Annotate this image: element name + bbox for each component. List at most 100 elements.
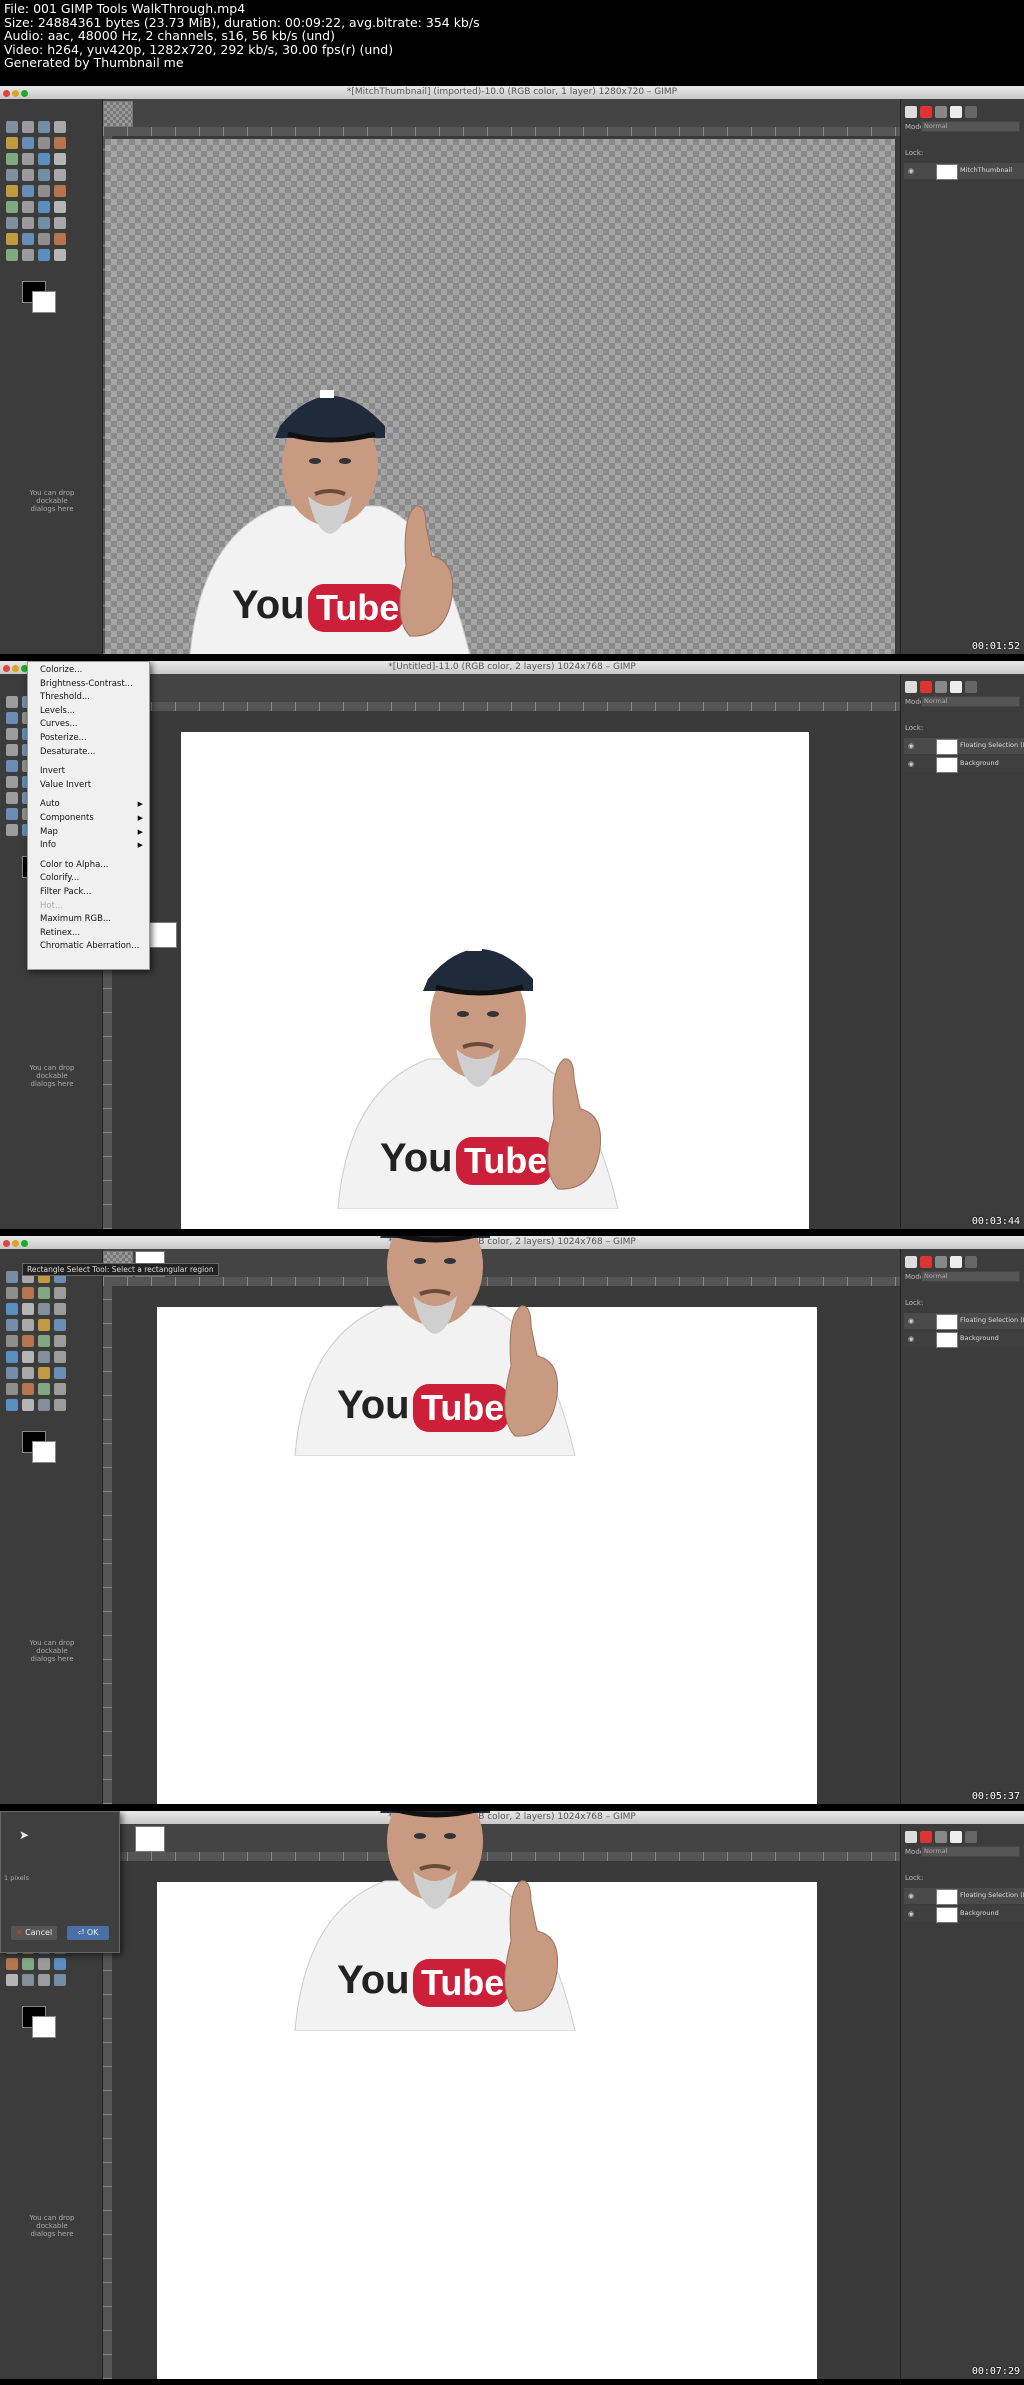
tool-icon[interactable]	[38, 1287, 50, 1299]
tool-icon[interactable]	[22, 121, 34, 133]
image-tab-1[interactable]	[103, 101, 133, 127]
tool-icon[interactable]	[54, 185, 66, 197]
tool-icon[interactable]	[22, 169, 34, 181]
eye-icon[interactable]: ◉	[908, 742, 916, 750]
pasted-photo-layer[interactable]: You Tube	[275, 1811, 595, 2035]
tool-icon[interactable]	[54, 249, 66, 261]
layer-row[interactable]: ◉ Floating Selection (Pasted Layer)	[904, 1888, 1024, 1905]
tool-icon[interactable]	[54, 153, 66, 165]
layer-row[interactable]: ◉ Floating Selection (Pasted Layer)	[904, 1313, 1024, 1330]
undo-tab-icon[interactable]	[965, 106, 977, 118]
menu-item[interactable]: Retinex...	[28, 927, 149, 941]
fonts-tab-icon[interactable]	[950, 681, 962, 693]
tool-icon[interactable]	[6, 153, 18, 165]
image-tab-1[interactable]	[135, 1826, 165, 1852]
eye-icon[interactable]: ◉	[908, 1335, 916, 1343]
image-tab-1[interactable]	[147, 922, 177, 948]
tool-icon[interactable]	[22, 249, 34, 261]
tool-icon[interactable]	[38, 169, 50, 181]
pasted-photo-layer[interactable]: You Tube	[170, 356, 490, 654]
tool-icon[interactable]	[54, 233, 66, 245]
tool-icon[interactable]	[38, 249, 50, 261]
tool-icon[interactable]	[54, 1351, 66, 1363]
tool-icon[interactable]	[54, 217, 66, 229]
tool-icon[interactable]	[22, 1958, 34, 1970]
tool-icon[interactable]	[6, 1367, 18, 1379]
tool-icon[interactable]	[6, 217, 18, 229]
tool-icon[interactable]	[22, 1383, 34, 1395]
tool-icon[interactable]	[22, 1974, 34, 1986]
tool-icon[interactable]	[38, 1319, 50, 1331]
menu-item[interactable]: Desaturate...	[28, 746, 149, 760]
tool-icon[interactable]	[6, 249, 18, 261]
layer-row[interactable]: ◉ Background	[904, 1331, 1024, 1348]
tool-icon[interactable]	[6, 1319, 18, 1331]
tool-icon[interactable]	[38, 1958, 50, 1970]
tool-icon[interactable]	[6, 696, 18, 708]
layer-row[interactable]: ◉ MitchThumbnail	[904, 163, 1024, 180]
tool-icon[interactable]	[38, 1367, 50, 1379]
fonts-tab-icon[interactable]	[950, 106, 962, 118]
tool-icon[interactable]	[38, 185, 50, 197]
menu-item[interactable]: Curves...	[28, 718, 149, 732]
tool-icon[interactable]	[38, 1974, 50, 1986]
minimize-window-icon[interactable]	[12, 1240, 19, 1247]
layer-row[interactable]: ◉ Background	[904, 1906, 1024, 1923]
menu-item[interactable]: Auto ▶	[28, 798, 149, 812]
tool-icon[interactable]	[38, 233, 50, 245]
minimize-window-icon[interactable]	[12, 90, 19, 97]
close-window-icon[interactable]	[3, 1240, 10, 1247]
tool-icon[interactable]	[38, 1303, 50, 1315]
menu-item[interactable]: Invert	[28, 765, 149, 779]
tool-icon[interactable]	[22, 201, 34, 213]
tool-icon[interactable]	[22, 1303, 34, 1315]
tool-icon[interactable]	[22, 153, 34, 165]
tool-icon[interactable]	[54, 1383, 66, 1395]
menu-item[interactable]: Brightness-Contrast...	[28, 678, 149, 692]
tool-icon[interactable]	[54, 1287, 66, 1299]
cancel-button[interactable]: ✕ Cancel	[11, 1926, 57, 1940]
menu-item[interactable]: Value Invert	[28, 779, 149, 793]
background-color[interactable]	[32, 1441, 56, 1463]
paths-tab-icon[interactable]	[935, 106, 947, 118]
tool-icon[interactable]	[22, 1319, 34, 1331]
channels-tab-icon[interactable]	[920, 1256, 932, 1268]
tool-icon[interactable]	[22, 1367, 34, 1379]
background-color[interactable]	[32, 291, 56, 313]
mode-select[interactable]: Normal	[921, 1846, 1020, 1857]
menu-item[interactable]: Components ▶	[28, 812, 149, 826]
tool-icon[interactable]	[54, 1335, 66, 1347]
tool-icon[interactable]	[6, 1958, 18, 1970]
menu-item[interactable]: Posterize...	[28, 732, 149, 746]
tool-icon[interactable]	[38, 121, 50, 133]
tool-icon[interactable]	[6, 1287, 18, 1299]
tool-icon[interactable]	[38, 153, 50, 165]
tool-icon[interactable]	[22, 137, 34, 149]
minimize-window-icon[interactable]	[12, 665, 19, 672]
tool-icon[interactable]	[38, 1351, 50, 1363]
tool-icon[interactable]	[22, 1287, 34, 1299]
tool-icon[interactable]	[6, 712, 18, 724]
tool-icon[interactable]	[6, 1383, 18, 1395]
ok-button[interactable]: ⏎ OK	[67, 1926, 109, 1940]
tool-icon[interactable]	[6, 185, 18, 197]
eye-icon[interactable]: ◉	[908, 1910, 916, 1918]
tool-icon[interactable]	[6, 137, 18, 149]
tool-icon[interactable]	[54, 1319, 66, 1331]
tool-icon[interactable]	[38, 1399, 50, 1411]
tool-icon[interactable]	[6, 169, 18, 181]
layers-tab-icon[interactable]	[905, 681, 917, 693]
tool-icon[interactable]	[38, 137, 50, 149]
tool-icon[interactable]	[38, 201, 50, 213]
tool-icon[interactable]	[6, 808, 18, 820]
tool-icon[interactable]	[22, 185, 34, 197]
tool-icon[interactable]	[6, 1351, 18, 1363]
layers-tab-icon[interactable]	[905, 1831, 917, 1843]
tool-icon[interactable]	[38, 1335, 50, 1347]
tool-icon[interactable]	[38, 217, 50, 229]
eye-icon[interactable]: ◉	[908, 1317, 916, 1325]
tool-icon[interactable]	[6, 792, 18, 804]
tool-icon[interactable]	[6, 233, 18, 245]
tool-icon[interactable]	[38, 1383, 50, 1395]
eye-icon[interactable]: ◉	[908, 1892, 916, 1900]
